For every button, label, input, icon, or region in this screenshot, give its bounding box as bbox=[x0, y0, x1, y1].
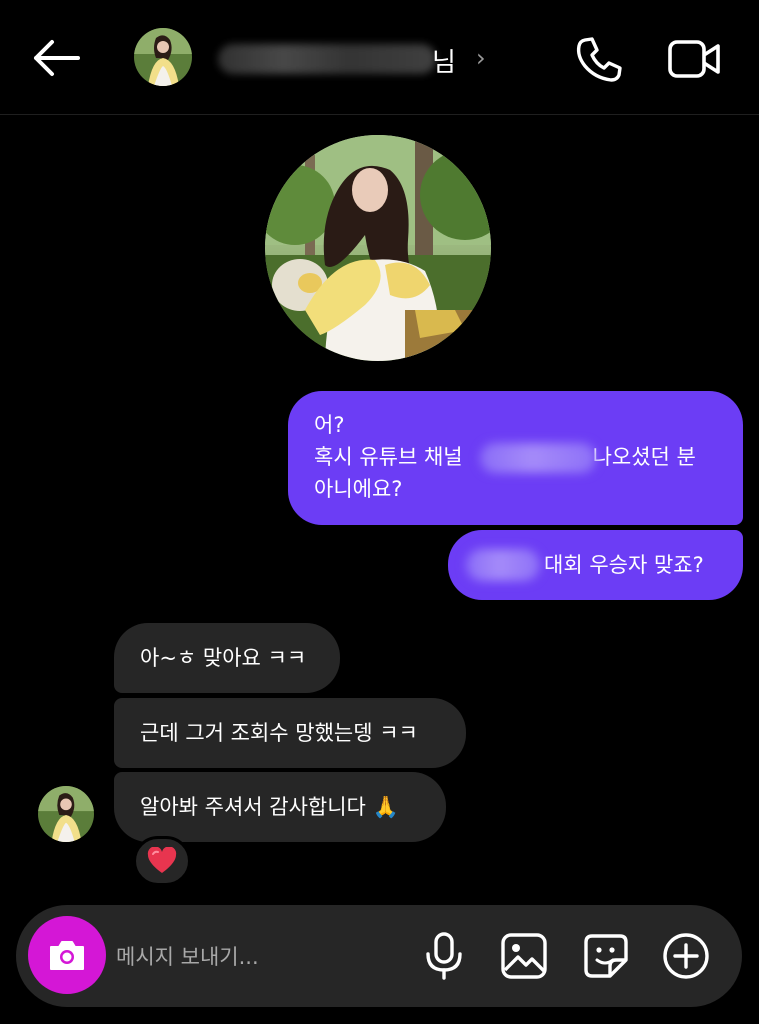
message-text: 근데 그거 조회수 망했는뎅 ㅋㅋ bbox=[140, 721, 418, 745]
redacted-channel-name bbox=[480, 443, 596, 473]
camera-button[interactable] bbox=[28, 916, 106, 994]
sticker-button[interactable] bbox=[580, 930, 632, 982]
phone-icon bbox=[576, 37, 622, 82]
voice-call-button[interactable] bbox=[572, 34, 624, 84]
redacted-contest-name bbox=[466, 549, 540, 581]
message-text: 대회 우승자 맞죠? bbox=[544, 553, 704, 577]
message-input[interactable] bbox=[114, 935, 408, 979]
dm-thread-screen: 님 › 어? 혹시 유튜브 채널 나오셨던 분 아니에요? 대회 우승자 맞죠?… bbox=[0, 0, 759, 1024]
plus-circle-icon bbox=[663, 933, 709, 979]
username-redacted[interactable] bbox=[218, 44, 436, 74]
image-icon bbox=[501, 933, 547, 979]
back-button[interactable] bbox=[28, 36, 84, 80]
message-text: 아~ㅎ 맞아요 ㅋㅋ bbox=[140, 646, 307, 670]
message-bubble-incoming[interactable]: 근데 그거 조회수 망했는뎅 ㅋㅋ bbox=[114, 698, 466, 768]
video-camera-icon bbox=[668, 40, 720, 78]
sender-avatar[interactable] bbox=[38, 786, 94, 842]
video-call-button[interactable] bbox=[666, 34, 722, 84]
header-avatar[interactable] bbox=[134, 28, 192, 86]
avatar-photo bbox=[134, 28, 192, 86]
chevron-right-icon[interactable]: › bbox=[476, 44, 486, 72]
profile-photo[interactable] bbox=[265, 135, 491, 361]
gallery-button[interactable] bbox=[498, 930, 550, 982]
heart-icon bbox=[147, 847, 177, 873]
chat-header: 님 › bbox=[0, 0, 759, 115]
profile-photo-image bbox=[265, 135, 491, 361]
avatar-photo bbox=[38, 786, 94, 842]
back-arrow-icon bbox=[34, 40, 80, 76]
username-suffix[interactable]: 님 bbox=[432, 42, 456, 79]
message-bubble-incoming[interactable]: 알아봐 주셔서 감사합니다 🙏 bbox=[114, 772, 446, 842]
sticker-icon bbox=[584, 934, 628, 978]
voice-message-button[interactable] bbox=[418, 930, 470, 982]
message-line: 아니에요? bbox=[314, 477, 403, 501]
heart-reaction[interactable] bbox=[133, 836, 191, 886]
more-options-button[interactable] bbox=[660, 930, 712, 982]
message-line: 어? bbox=[314, 413, 345, 437]
microphone-icon bbox=[426, 932, 462, 980]
message-text: 알아봐 주셔서 감사합니다 🙏 bbox=[140, 795, 399, 819]
camera-icon bbox=[50, 941, 84, 970]
message-bubble-incoming[interactable]: 아~ㅎ 맞아요 ㅋㅋ bbox=[114, 623, 340, 693]
